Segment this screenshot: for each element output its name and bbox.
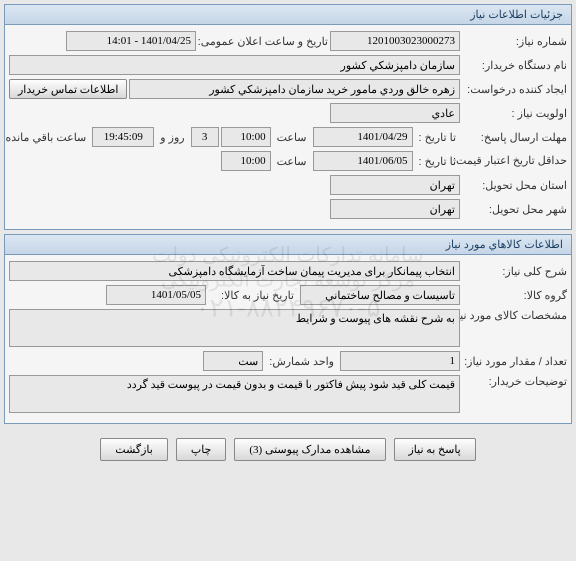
back-button[interactable]: بازگشت [100,438,168,461]
buyer-notes-label: توضیحات خریدار: [462,375,567,388]
request-number-field [330,31,460,51]
price-valid-time-field [221,151,271,171]
delivery-city-label: شهر محل تحویل: [462,203,567,216]
priority-label: اولویت نیاز : [462,107,567,120]
buyer-org-field [9,55,460,75]
action-bar: پاسخ به نیاز مشاهده مدارک پیوستی (3) چاپ… [0,428,576,471]
view-attachments-button[interactable]: مشاهده مدارک پیوستی (3) [234,438,385,461]
days-remain-field [191,127,219,147]
time-remain-label: ساعت باقي مانده [2,131,91,144]
qty-label: تعداد / مقدار مورد نیاز: [462,355,567,368]
priority-field [330,103,460,123]
request-number-label: شماره نیاز: [462,35,567,48]
buyer-notes-field [9,375,460,413]
time-remain-field [92,127,154,147]
desc-label: شرح کلی نیاز: [462,265,567,278]
creator-field [129,79,460,99]
creator-label: ایجاد کننده درخواست: [462,83,567,96]
response-time-field [221,127,271,147]
days-remain-label: روز و [156,131,188,144]
response-deadline-label: مهلت ارسال پاسخ: [462,131,567,144]
print-button[interactable]: چاپ [176,438,227,461]
buyer-contact-button[interactable]: اطلاعات تماس خریدار [9,79,127,99]
need-date-label: تاریخ نیاز به کالا: [208,289,298,302]
group-label: گروه کالا: [462,289,567,302]
need-details-panel: جزئیات اطلاعات نیاز شماره نیاز: تاریخ و … [4,4,572,230]
delivery-state-field [330,175,460,195]
desc-field [9,261,460,281]
until-label: تا تاریخ : [415,131,460,144]
unit-field [203,351,263,371]
qty-field [340,351,460,371]
time-label: ساعت [273,131,311,144]
public-announce-label: تاریخ و ساعت اعلان عمومی: [198,35,328,48]
time-label-2: ساعت [273,155,311,168]
spec-field [9,309,460,347]
spec-label: مشخصات کالای مورد نیاز: [462,309,567,322]
panel-title-2: اطلاعات كالاهاي مورد نیاز [5,235,571,255]
goods-info-panel: اطلاعات كالاهاي مورد نیاز شرح کلی نیاز: … [4,234,572,424]
price-valid-label: حداقل تاریخ اعتبار قیمت: [462,155,567,167]
delivery-state-label: استان محل تحویل: [462,179,567,192]
price-valid-date-field [313,151,413,171]
respond-button[interactable]: پاسخ به نیاز [394,438,476,461]
need-date-field [106,285,206,305]
delivery-city-field [330,199,460,219]
until-label-2: تا تاریخ : [415,155,460,168]
panel-title: جزئیات اطلاعات نیاز [5,5,571,25]
buyer-org-label: نام دستگاه خریدار: [462,59,567,72]
public-announce-field [66,31,196,51]
group-field [300,285,460,305]
unit-label: واحد شمارش: [265,355,338,368]
response-date-field [313,127,413,147]
